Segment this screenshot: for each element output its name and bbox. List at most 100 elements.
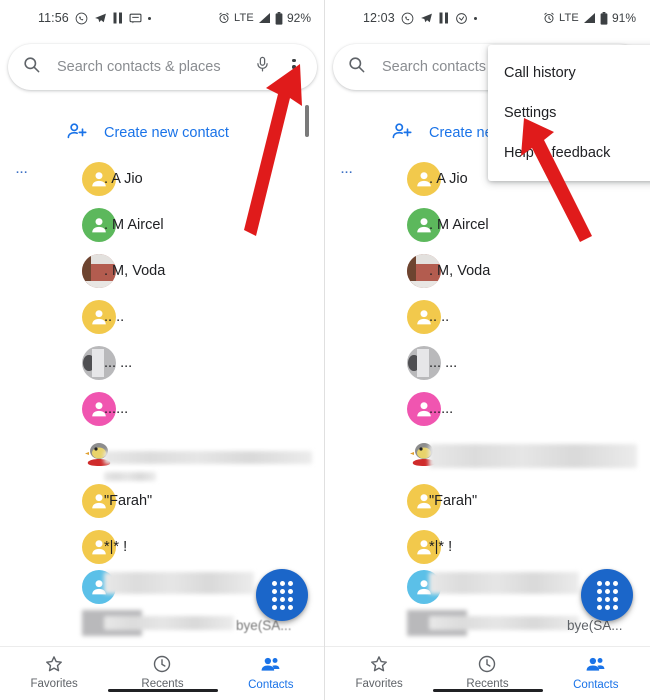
telegram-icon <box>94 12 107 25</box>
status-bar-left: 11:56 LTE 92% <box>0 0 325 36</box>
contact-row-7[interactable]: "Farah" <box>0 472 325 524</box>
menu-item-settings[interactable]: Settings <box>488 93 650 133</box>
bottom-navigation-right[interactable]: Favorites Recents Contacts <box>325 646 650 700</box>
dialpad-icon <box>596 580 618 610</box>
network-label: LTE <box>559 12 579 24</box>
phone-screen-right: 12:03 LTE 91% Search contacts & Create .… <box>325 0 650 700</box>
contact-row-1[interactable]: . M Aircel <box>325 202 650 248</box>
nav-item-favorites[interactable]: Favorites <box>325 654 433 690</box>
menu-item-call-history[interactable]: Call history <box>488 53 650 93</box>
person-add-icon <box>66 120 88 147</box>
battery-icon <box>600 11 608 25</box>
dialpad-fab[interactable] <box>581 569 633 621</box>
status-left-group: 11:56 <box>38 11 151 25</box>
contact-name: . A Jio <box>104 171 143 187</box>
dialpad-icon <box>271 580 293 610</box>
whatsapp-icon <box>401 12 414 25</box>
contact-row-1[interactable]: . M Aircel <box>0 202 325 248</box>
dialpad-fab[interactable] <box>256 569 308 621</box>
contact-row-6[interactable] <box>325 432 650 478</box>
contacts-icon <box>585 654 606 675</box>
contacts-list-right[interactable]: Create new contact ... . A Jio . M Airce… <box>325 100 650 646</box>
contact-row-5[interactable]: ...... <box>0 386 325 432</box>
contact-name: . A Jio <box>429 171 468 187</box>
nav-label: Contacts <box>573 679 619 691</box>
contact-row-8[interactable]: *|* ! <box>325 524 650 570</box>
contact-name: ...... <box>429 401 454 417</box>
contacts-list-left[interactable]: Create new contact ... . A Jio . M Airce… <box>0 100 325 646</box>
search-icon <box>347 55 366 79</box>
contact-name: . M Aircel <box>104 217 164 233</box>
contact-row-4[interactable]: ... ... <box>0 340 325 386</box>
contact-name: ... ... <box>104 355 133 371</box>
telegram-icon <box>420 12 433 25</box>
battery-level: 91% <box>611 11 636 25</box>
redacted-contact-name <box>104 451 312 464</box>
contact-row-0[interactable]: . A Jio <box>0 156 325 202</box>
clock-icon <box>477 654 497 674</box>
status-right-group: LTE 92% <box>218 11 311 25</box>
status-left-group: 12:03 <box>363 11 477 25</box>
contact-row-2[interactable]: . M, Voda <box>0 248 325 294</box>
redacted-contact-name <box>429 616 579 630</box>
star-icon <box>369 654 389 674</box>
contact-name: "Farah" <box>104 493 153 509</box>
search-bar[interactable]: Search contacts & places <box>8 44 317 90</box>
nav-item-recents[interactable]: Recents <box>108 654 216 690</box>
star-icon <box>44 654 64 674</box>
signal-icon <box>583 12 596 24</box>
contact-name: *|* ! <box>429 539 453 555</box>
status-right-group: LTE 91% <box>543 11 636 25</box>
contacts-icon <box>260 654 281 675</box>
overflow-menu-icon[interactable] <box>285 57 303 77</box>
whatsapp-icon <box>75 12 88 25</box>
status-time: 11:56 <box>38 11 69 25</box>
contact-row-2[interactable]: . M, Voda <box>325 248 650 294</box>
bottom-navigation-left[interactable]: Favorites Recents Contacts <box>0 646 325 700</box>
nav-item-recents[interactable]: Recents <box>433 654 541 690</box>
dot-icon <box>147 16 151 20</box>
menu-item-help-feedback[interactable]: Help & feedback <box>488 133 650 173</box>
clock-icon <box>152 654 172 674</box>
message-icon <box>129 12 142 25</box>
contact-row-3[interactable]: .. .. <box>325 294 650 340</box>
contact-row-5[interactable]: ...... <box>325 386 650 432</box>
scrollbar-thumb[interactable] <box>305 105 309 137</box>
redacted-contact-name <box>429 572 579 594</box>
redacted-contact-name <box>429 444 637 468</box>
redacted-contact-name <box>104 616 234 630</box>
panel-divider <box>324 0 325 700</box>
nav-label: Favorites <box>30 678 78 690</box>
nav-item-contacts[interactable]: Contacts <box>542 654 650 691</box>
microphone-icon[interactable] <box>254 56 271 78</box>
contact-name: . M, Voda <box>104 263 166 279</box>
status-time: 12:03 <box>363 11 395 25</box>
redacted-contact-name <box>104 572 254 594</box>
search-icon <box>22 55 41 79</box>
search-input[interactable]: Search contacts & places <box>57 59 254 75</box>
contact-subtext: bye(SA... <box>567 618 623 633</box>
contact-name: ...... <box>104 401 129 417</box>
network-label: LTE <box>234 12 254 24</box>
home-indicator <box>432 688 543 692</box>
create-new-contact-label: Create new contact <box>104 125 229 141</box>
contact-row-8[interactable]: *|* ! <box>0 524 325 570</box>
overflow-dropdown-menu[interactable]: Call history Settings Help & feedback <box>488 45 650 181</box>
nav-item-contacts[interactable]: Contacts <box>217 654 325 691</box>
nav-label: Contacts <box>248 679 294 691</box>
contact-row-3[interactable]: .. .. <box>0 294 325 340</box>
phone-screen-left: 11:56 LTE 92% Search contacts & places C… <box>0 0 325 700</box>
create-new-contact-row[interactable]: Create new contact <box>0 110 325 156</box>
contact-row-7[interactable]: "Farah" <box>325 478 650 524</box>
contact-name: *|* ! <box>104 539 128 555</box>
contact-name: "Farah" <box>429 493 478 509</box>
pause-icon <box>439 12 449 24</box>
status-bar-right: 12:03 LTE 91% <box>325 0 650 36</box>
contact-row-6[interactable] <box>0 432 325 478</box>
alarm-icon <box>218 12 230 24</box>
redacted-label <box>104 472 156 481</box>
contact-name: .. .. <box>429 309 450 325</box>
nav-item-favorites[interactable]: Favorites <box>0 654 108 690</box>
alarm-icon <box>543 12 555 24</box>
contact-row-4[interactable]: ... ... <box>325 340 650 386</box>
